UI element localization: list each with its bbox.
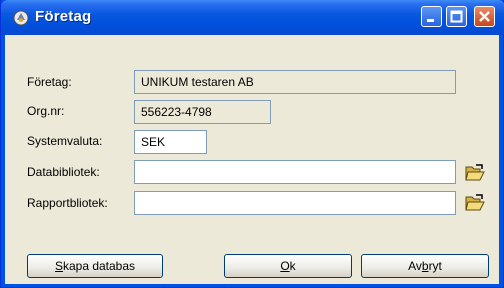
skapa-databas-button[interactable]: Skapa databas [27, 254, 163, 278]
ok-button[interactable]: Ok [224, 254, 352, 278]
foretag-field: UNIKUM testaren AB [134, 70, 456, 94]
skapa-label: kapa databas [62, 259, 136, 273]
window-title: Företag [35, 8, 92, 25]
orgnr-field: 556223-4798 [134, 100, 271, 124]
avbryt-button[interactable]: Avbryt [361, 254, 489, 278]
avbryt-mnemonic: b [421, 259, 429, 273]
skapa-mnemonic: S [54, 259, 63, 273]
rapportbibliotek-label: Rapportbliotek: [27, 196, 108, 210]
close-icon [479, 11, 490, 22]
systemvaluta-field[interactable]: SEK [134, 130, 207, 154]
rapportbibliotek-field[interactable] [134, 191, 456, 215]
databibliotek-label: Databibliotek: [27, 165, 100, 179]
open-folder-icon[interactable] [465, 194, 485, 212]
systemvaluta-label: Systemvaluta: [27, 134, 103, 148]
close-button[interactable] [474, 6, 495, 27]
databibliotek-field[interactable] [134, 160, 456, 184]
minimize-icon [427, 19, 434, 22]
avbryt-label-start: Av [408, 259, 422, 273]
foretag-label: Företag: [27, 75, 72, 89]
orgnr-label: Org.nr: [27, 104, 65, 118]
maximize-button[interactable] [446, 6, 467, 27]
title-bar[interactable]: Företag [1, 0, 504, 35]
ok-label: k [289, 259, 296, 273]
open-folder-icon[interactable] [465, 164, 485, 182]
ok-mnemonic: O [280, 259, 290, 273]
minimize-button[interactable] [421, 6, 442, 27]
avbryt-label-end: ryt [428, 259, 442, 273]
dialog-window: Företag Företag: UNIKUM testaren AB Org.… [0, 0, 504, 288]
maximize-icon [450, 10, 463, 23]
app-icon [13, 10, 29, 26]
